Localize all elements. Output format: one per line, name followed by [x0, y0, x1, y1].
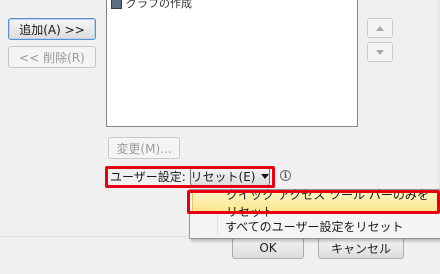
add-button[interactable]: 追加(A) >>	[8, 18, 96, 40]
menu-item-reset-all[interactable]: すべてのユーザー設定をリセット	[192, 215, 438, 237]
cancel-button[interactable]: キャンセル	[318, 237, 404, 259]
modify-button[interactable]: 変更(M)...	[108, 137, 180, 159]
remove-button[interactable]: << 削除(R)	[8, 46, 96, 68]
info-icon[interactable]: i	[280, 170, 291, 181]
toolbar-commands-list[interactable]: グラフの作成	[106, 0, 358, 127]
menu-item-callout	[187, 190, 440, 214]
list-item-label: グラフの作成	[126, 0, 192, 10]
user-settings-callout	[105, 166, 275, 188]
toolbar-command-icon	[111, 0, 122, 9]
triangle-up-icon	[376, 25, 384, 31]
customize-dialog: 追加(A) >> << 削除(R) グラフの作成 変更(M)... ユーザー設定…	[0, 0, 440, 274]
move-up-button[interactable]	[367, 18, 393, 38]
move-down-button[interactable]	[367, 42, 393, 62]
ok-button[interactable]: OK	[232, 237, 304, 259]
triangle-down-icon	[376, 49, 384, 55]
list-item[interactable]: グラフの作成	[111, 0, 192, 10]
